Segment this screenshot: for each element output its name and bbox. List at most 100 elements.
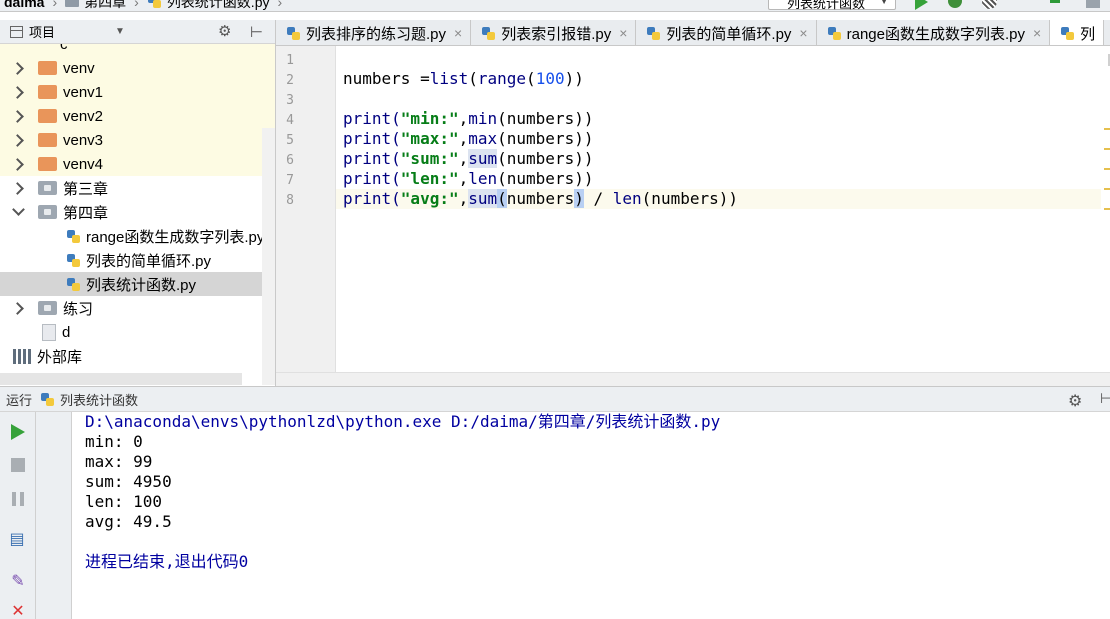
tree-item-venv4[interactable]: venv4 (0, 152, 275, 176)
editor-horizontal-scrollbar[interactable] (276, 372, 1110, 386)
project-panel-title[interactable]: 项目 (29, 22, 55, 41)
tab-label: 列 (1080, 25, 1096, 43)
stop-icon[interactable] (7, 454, 29, 476)
vertical-scrollbar[interactable] (262, 128, 275, 385)
minimize-icon[interactable]: ⊢ (1100, 390, 1110, 407)
pause-icon[interactable] (7, 488, 29, 510)
line-number-gutter: 1 2 3 4 5 6 7 8 (276, 46, 336, 386)
run-icon[interactable] (915, 0, 928, 10)
stop-icon[interactable] (1086, 0, 1100, 8)
stripe-mark[interactable] (1104, 208, 1110, 210)
chevron-right-icon[interactable] (11, 157, 24, 171)
tree-item-venv1[interactable]: venv1 (0, 80, 275, 104)
stripe-mark[interactable] (1104, 148, 1110, 150)
navigation-bar: daima › 第四章 › 列表统计函数.py › (0, 0, 1110, 12)
close-icon[interactable]: × (1033, 25, 1041, 41)
stripe-mark[interactable] (1104, 188, 1110, 190)
tree-item-label: venv (63, 59, 95, 77)
stripe-mark[interactable] (1104, 168, 1110, 170)
close-icon[interactable]: × (619, 25, 627, 41)
line-number: 5 (286, 133, 294, 148)
code-line-4: print("min:",min(numbers)) (343, 109, 593, 129)
run-configuration-select[interactable]: 列表统计函数 ▼ (768, 0, 896, 11)
tree-item-practice[interactable]: 练习 (0, 296, 275, 320)
code-token: 100 (535, 69, 565, 88)
tab-simple-loop[interactable]: 列表的简单循环.py × (636, 20, 817, 45)
restore-layout-icon[interactable]: ▤ (6, 528, 28, 550)
python-file-icon (147, 0, 162, 9)
tab-sort-exercise[interactable]: 列表排序的练习题.py × (276, 20, 472, 45)
code-token: print( (343, 129, 401, 148)
tree-item-external-libraries[interactable]: 外部库 (0, 344, 275, 368)
code-token: , (458, 109, 469, 128)
console-output-line: min: 0 (85, 432, 143, 451)
tree-item-range-file[interactable]: range函数生成数字列表.py (0, 224, 275, 248)
chevron-right-icon[interactable] (11, 85, 24, 99)
tab-index-error[interactable]: 列表索引报错.py × (471, 20, 637, 45)
tree-item-venv2[interactable]: venv2 (0, 104, 275, 128)
tree-item-label: c (60, 44, 68, 53)
line-number: 7 (286, 173, 294, 188)
profile-icon[interactable] (1050, 0, 1066, 10)
tab-label: 列表排序的练习题.py (306, 25, 447, 43)
tree-item-c[interactable]: c (0, 44, 275, 56)
breadcrumb-folder[interactable]: 第四章 (61, 0, 130, 12)
close-icon[interactable]: ✕ (7, 600, 29, 619)
tab-range-list[interactable]: range函数生成数字列表.py × (817, 20, 1051, 45)
chevron-right-icon[interactable] (11, 61, 24, 75)
code-token: numbers = (343, 69, 430, 88)
tree-item-label: venv3 (63, 131, 104, 149)
tree-item-label: 列表的简单循环.py (86, 252, 212, 270)
tab-label: range函数生成数字列表.py (846, 25, 1025, 43)
close-icon[interactable]: × (799, 25, 807, 41)
tree-item-loop-file[interactable]: 列表的简单循环.py (0, 248, 275, 272)
run-config-tab[interactable]: 列表统计函数 (60, 390, 138, 409)
tree-item-chapter3[interactable]: 第三章 (0, 176, 275, 200)
tab-stats-functions[interactable]: 列 (1050, 20, 1105, 45)
code-line-2: numbers =list(range(100)) (343, 69, 584, 89)
chevron-right-icon[interactable] (11, 133, 24, 147)
horizontal-scrollbar[interactable] (0, 373, 242, 385)
chevron-down-icon[interactable]: ▼ (115, 26, 125, 37)
code-token: max (468, 129, 498, 148)
line-number: 6 (286, 153, 294, 168)
project-name: daima (4, 0, 45, 10)
breadcrumb-project[interactable]: daima (0, 0, 48, 10)
chevron-down-icon[interactable] (12, 203, 25, 216)
code-token: ) (574, 189, 584, 208)
chevron-right-icon[interactable] (11, 301, 24, 315)
rerun-icon[interactable] (7, 421, 29, 443)
library-icon (13, 348, 31, 364)
code-token: print( (343, 169, 401, 188)
line-number: 4 (286, 113, 294, 128)
close-icon[interactable]: × (454, 25, 462, 41)
tree-item-venv[interactable]: venv (0, 56, 275, 80)
folder-icon (38, 157, 57, 171)
breadcrumb-folder-label: 第四章 (84, 0, 127, 10)
pin-icon[interactable]: ✎ (7, 570, 29, 592)
tree-item-d[interactable]: d (0, 320, 275, 344)
code-line-8: print("avg:",sum(numbers) / len(numbers)… (343, 189, 738, 209)
tree-item-stats-file[interactable]: 列表统计函数.py (0, 272, 275, 296)
hide-panel-icon[interactable]: ⊢ (250, 23, 263, 41)
python-file-icon (66, 253, 81, 268)
chevron-right-icon[interactable] (11, 109, 24, 123)
python-file-icon (646, 26, 661, 41)
tree-item-venv3[interactable]: venv3 (0, 128, 275, 152)
python-file-icon (286, 26, 301, 41)
tree-item-chapter4[interactable]: 第四章 (0, 200, 275, 224)
code-editor[interactable]: 1 2 3 4 5 6 7 8 numbers =list(range(100)… (276, 46, 1110, 386)
python-file-icon (1060, 26, 1075, 41)
breadcrumb-file[interactable]: 列表统计函数.py (143, 0, 274, 12)
gear-icon[interactable]: ⚙ (1068, 391, 1082, 411)
chevron-right-icon[interactable] (11, 181, 24, 195)
run-console[interactable]: D:\anaconda\envs\pythonlzd\python.exe D:… (72, 412, 1110, 619)
code-token: list (429, 69, 469, 88)
editor-tab-bar: 列表排序的练习题.py × 列表索引报错.py × 列表的简单循环.py × r… (276, 20, 1110, 46)
stripe-mark[interactable] (1104, 128, 1110, 130)
code-token: ( (497, 189, 507, 208)
console-exit-message: 进程已结束,退出代码0 (85, 552, 249, 571)
run-panel-label[interactable]: 运行 (6, 390, 32, 409)
code-token: len (468, 169, 498, 188)
gear-icon[interactable]: ⚙ (218, 24, 231, 39)
